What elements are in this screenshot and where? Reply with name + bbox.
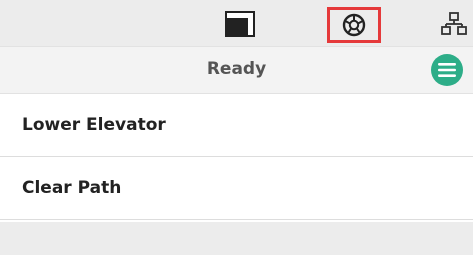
- status-text: Ready: [206, 59, 267, 79]
- empty-list-area: [0, 222, 473, 255]
- action-list: Lower Elevator Clear Path: [0, 94, 473, 220]
- window-icon: [225, 11, 255, 37]
- network-button[interactable]: [437, 8, 471, 40]
- list-item-label: Clear Path: [22, 178, 122, 198]
- network-icon: [441, 12, 467, 35]
- status-bar: Ready: [0, 46, 473, 94]
- hamburger-icon: [438, 63, 456, 77]
- window-button[interactable]: [223, 8, 257, 40]
- wheel-button[interactable]: [327, 7, 381, 43]
- wheel-icon: [342, 13, 366, 37]
- list-item-clear-path[interactable]: Clear Path: [0, 157, 473, 220]
- toolbar: [0, 0, 473, 46]
- list-item-lower-elevator[interactable]: Lower Elevator: [0, 94, 473, 157]
- menu-button[interactable]: [431, 54, 463, 86]
- list-item-label: Lower Elevator: [22, 115, 166, 135]
